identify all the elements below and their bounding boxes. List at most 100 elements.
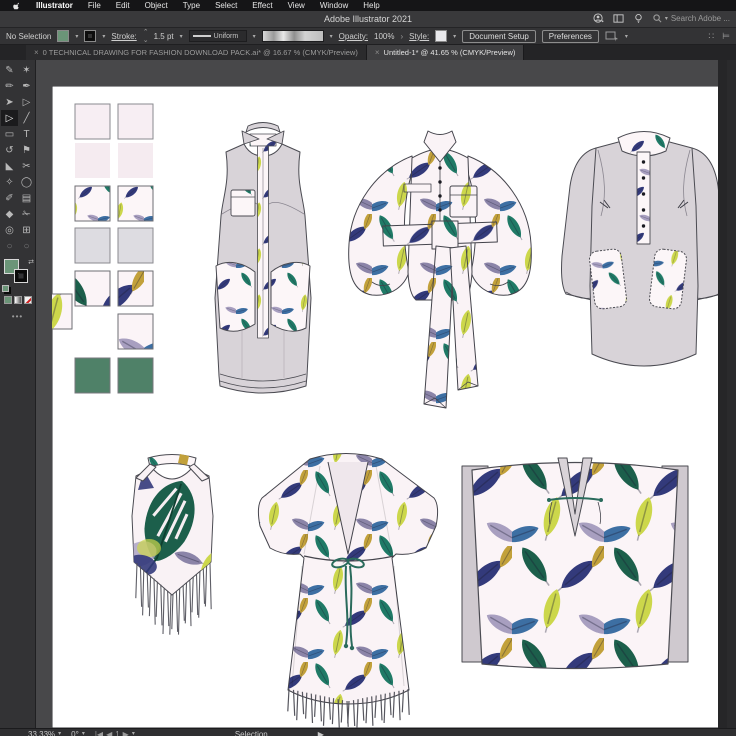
opacity-value[interactable]: 100% <box>374 32 394 41</box>
prev-artboard-icon[interactable]: ◀ <box>106 730 112 736</box>
menu-item-window[interactable]: Window <box>320 1 348 10</box>
panel-dock-icon[interactable]: ⊨ <box>722 31 730 42</box>
zoom-caret-icon[interactable]: ▾ <box>58 730 61 736</box>
fill-stroke-indicator[interactable]: ⇄ <box>0 258 36 292</box>
stroke-color-swatch[interactable] <box>84 30 96 42</box>
rotation-value[interactable]: 0° <box>71 730 79 736</box>
garment-sleeveless-shirt-dress[interactable] <box>215 123 311 394</box>
shaper-tool-icon[interactable]: ✏ <box>1 78 18 94</box>
menu-item-edit[interactable]: Edit <box>116 1 130 10</box>
panel-dock-edge[interactable] <box>718 60 727 728</box>
stroke-weight-value[interactable]: 1.5 pt <box>154 32 174 41</box>
scissors-tool-icon[interactable]: ✂ <box>18 158 35 174</box>
zoom-level[interactable]: 33.33% <box>28 730 55 736</box>
style-caret-icon[interactable]: ▾ <box>453 33 456 40</box>
preferences-button[interactable]: Preferences <box>542 30 599 43</box>
apple-icon[interactable] <box>13 2 21 10</box>
swatch-leaf-large-3[interactable] <box>52 294 72 329</box>
swatch-leaf-large-4[interactable] <box>118 314 153 349</box>
swatch-pale-pink-4[interactable] <box>118 143 153 178</box>
artboard-number[interactable]: 1 <box>115 730 119 736</box>
direct-selection-alt-tool-icon[interactable]: ▷ <box>18 94 35 110</box>
swap-fill-stroke-icon[interactable]: ⇄ <box>28 258 34 266</box>
menu-item-file[interactable]: File <box>88 1 101 10</box>
fill-caret-icon[interactable]: ▾ <box>75 33 78 40</box>
next-artboard-icon[interactable]: ▶ <box>123 730 129 736</box>
swatch-leaf-small-1[interactable] <box>75 186 110 221</box>
stroke-caret-icon[interactable]: ▾ <box>102 33 105 40</box>
style-swatch[interactable] <box>435 30 447 42</box>
swatch-solid-green-1[interactable] <box>75 358 110 393</box>
canvas[interactable] <box>36 60 727 728</box>
opacity-label[interactable]: Opacity: <box>339 32 368 41</box>
tab-technical-drawing-pack[interactable]: × 0 TECHNICAL DRAWING FOR FASHION DOWNLO… <box>26 45 367 60</box>
pen-tool-icon[interactable]: ✒ <box>18 78 35 94</box>
brush-caret-icon[interactable]: ▾ <box>330 33 333 40</box>
status-expand-icon[interactable]: ▶ <box>318 730 324 736</box>
rotation-caret-icon[interactable]: ▾ <box>82 730 85 736</box>
swatch-solid-green-2[interactable] <box>118 358 153 393</box>
lightbulb-icon[interactable] <box>633 13 644 24</box>
tab-untitled-1[interactable]: × Untitled-1* @ 41.65 % (CMYK/Preview) <box>367 45 525 60</box>
swatch-leaf-large-1[interactable] <box>75 271 110 306</box>
stroke-weight-caret-icon[interactable]: ▾ <box>180 33 183 40</box>
artboard[interactable] <box>52 86 727 728</box>
stroke-proxy[interactable] <box>14 269 28 283</box>
paintbrush-tool-icon[interactable]: ✎ <box>1 62 18 78</box>
proxy-tool-icon[interactable]: ○ <box>18 238 35 254</box>
none-button[interactable] <box>24 296 32 304</box>
swatch-pale-pink-1[interactable] <box>75 104 110 139</box>
arrange-documents-icon[interactable] <box>613 13 624 24</box>
wand-tool-icon[interactable]: ✶ <box>18 62 35 78</box>
type-tool-icon[interactable]: T <box>18 126 35 142</box>
swatch-gray-texture-2[interactable] <box>118 228 153 263</box>
style-label[interactable]: Style: <box>409 32 429 41</box>
artboard-tool-icon[interactable]: ⊞ <box>18 222 35 238</box>
artboard-caret-icon[interactable]: ▾ <box>132 730 135 736</box>
gradient-button[interactable] <box>14 296 22 304</box>
search-adobe[interactable]: ▾ Search Adobe ... <box>653 14 730 23</box>
eraser-tool-icon[interactable]: ◆ <box>1 206 18 222</box>
document-setup-button[interactable]: Document Setup <box>462 30 536 43</box>
brush-definition-dropdown[interactable] <box>262 30 324 42</box>
stroke-stepper[interactable]: ⌃⌄ <box>143 28 148 44</box>
rotate-tool-icon[interactable]: ↺ <box>1 142 18 158</box>
opacity-expand-icon[interactable]: › <box>400 32 403 41</box>
garment-square-kaftan[interactable] <box>462 458 688 669</box>
stroke-weight-label[interactable]: Stroke: <box>111 32 136 41</box>
swatch-pale-pink-2[interactable] <box>118 104 153 139</box>
swatch-leaf-large-2[interactable] <box>118 271 153 306</box>
menu-item-view[interactable]: View <box>288 1 305 10</box>
gradient-tool-icon[interactable]: ▤ <box>18 190 35 206</box>
edit-toolbar-icon[interactable]: ••• <box>0 304 35 321</box>
rectangle-tool-icon[interactable]: ▭ <box>1 126 18 142</box>
menu-item-effect[interactable]: Effect <box>252 1 272 10</box>
shape-builder-tool-icon[interactable]: ⚑ <box>18 142 35 158</box>
line-segment-tool-icon[interactable]: ╱ <box>18 110 35 126</box>
ellipse-tool-icon[interactable]: ◯ <box>18 174 35 190</box>
menu-item-type[interactable]: Type <box>183 1 200 10</box>
menu-item-help[interactable]: Help <box>363 1 379 10</box>
pencil-tool-icon[interactable]: ✐ <box>1 190 18 206</box>
zoom-tool-icon[interactable]: ◎ <box>1 222 18 238</box>
menu-item-object[interactable]: Object <box>145 1 168 10</box>
eyedropper-tool-icon[interactable]: ◣ <box>1 158 18 174</box>
fill-color-swatch[interactable] <box>57 30 69 42</box>
default-fill-stroke-icon[interactable] <box>2 285 9 292</box>
tab-close-icon[interactable]: × <box>375 48 380 57</box>
swatch-leaf-small-2[interactable] <box>118 186 153 221</box>
selection-tool-icon[interactable]: ➤ <box>1 94 18 110</box>
workspace-caret-icon[interactable]: ▾ <box>625 33 628 40</box>
blob-brush-tool-icon[interactable]: ✁ <box>18 206 35 222</box>
menu-item-illustrator[interactable]: Illustrator <box>36 1 73 10</box>
workspace-icon[interactable] <box>605 31 619 42</box>
first-artboard-icon[interactable]: |◀ <box>95 730 103 736</box>
width-profile-caret-icon[interactable]: ▾ <box>253 33 256 40</box>
sparkle-tool-icon[interactable]: ✧ <box>1 174 18 190</box>
tab-close-icon[interactable]: × <box>34 48 39 57</box>
direct-selection-tool-icon[interactable]: ▷ <box>1 110 18 126</box>
hand-tool-icon[interactable]: ○ <box>1 238 18 254</box>
color-button[interactable] <box>4 296 12 304</box>
width-profile-dropdown[interactable]: Uniform <box>189 30 247 42</box>
grid-toggle-icon[interactable]: ∷ <box>708 31 714 42</box>
